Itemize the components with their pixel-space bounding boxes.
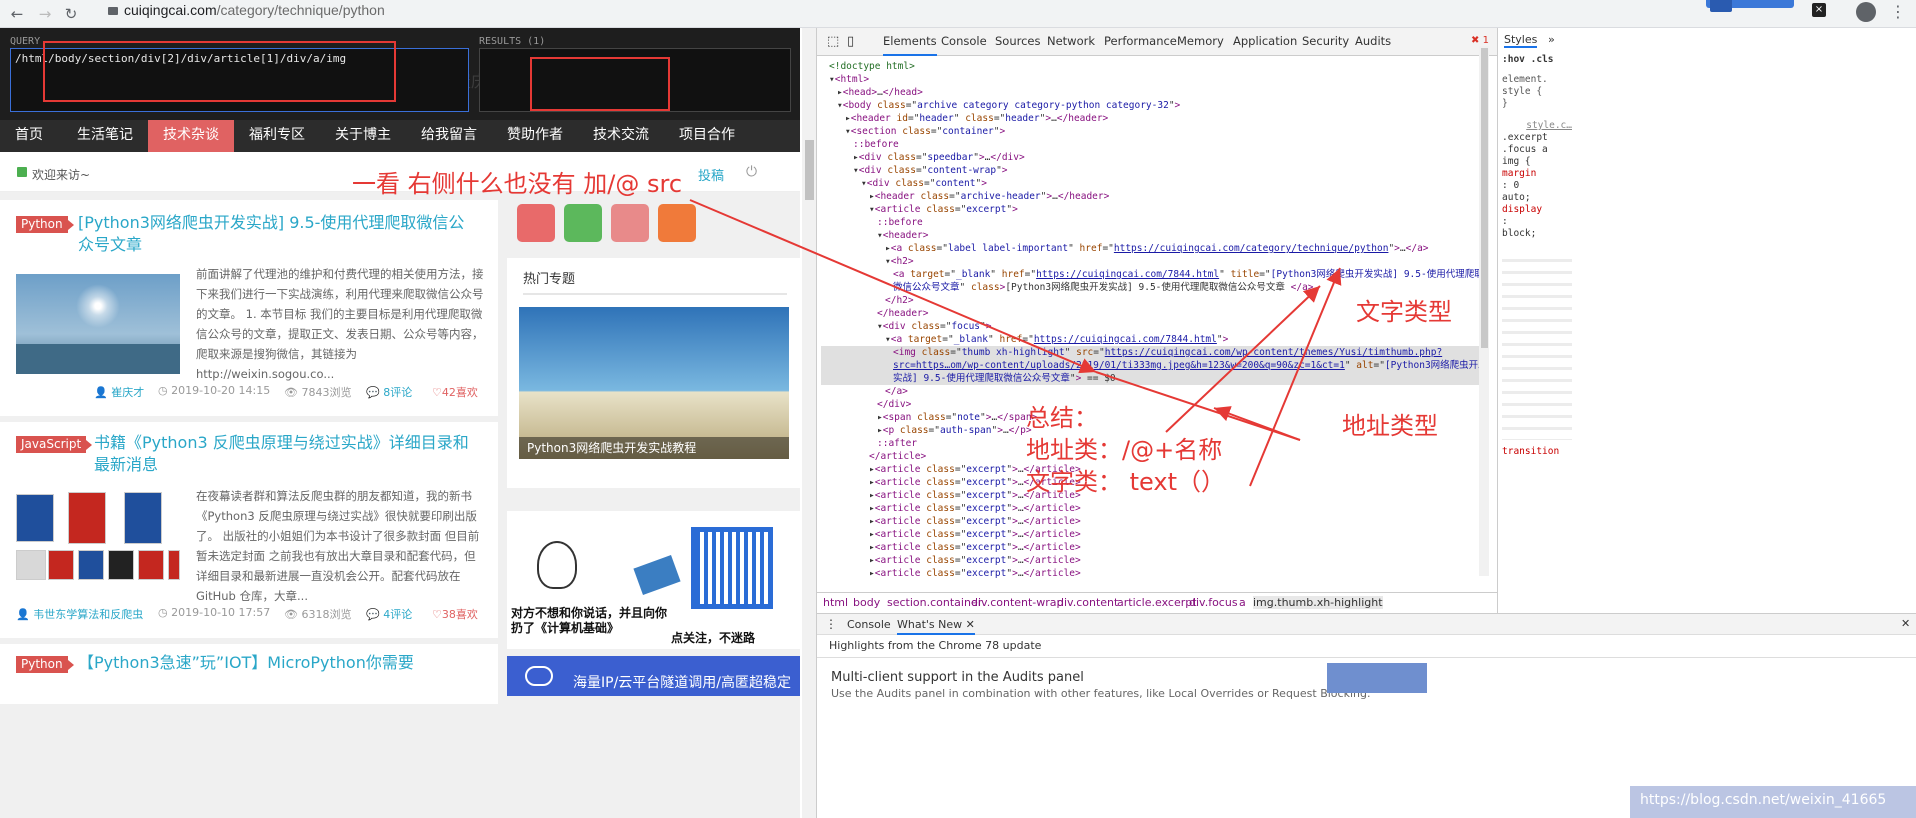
annotation-address-type: 地址类型 [1342,412,1438,440]
annotation-top-note: 一看 右侧什么也没有 加/@ src [352,170,683,198]
annotation-arrow [1249,267,1342,487]
annotation-summary: 总结： [1026,404,1098,432]
annotation-arrows [689,199,1342,487]
annotation-arrow [1165,285,1321,433]
screen: ← → ↻ cuiqingcai.com/category/technique/… [0,0,1916,818]
annotation-arrow [689,199,1097,374]
watermark: https://blog.csdn.net/weixin_41665 [1630,786,1916,818]
annotation-summary-text: 文字类： text（） [1026,468,1225,496]
annotation-arrow [1213,406,1301,441]
annotation-summary-addr: 地址类：/@+名称 [1026,436,1223,464]
annotation-text-type: 文字类型 [1356,298,1452,326]
